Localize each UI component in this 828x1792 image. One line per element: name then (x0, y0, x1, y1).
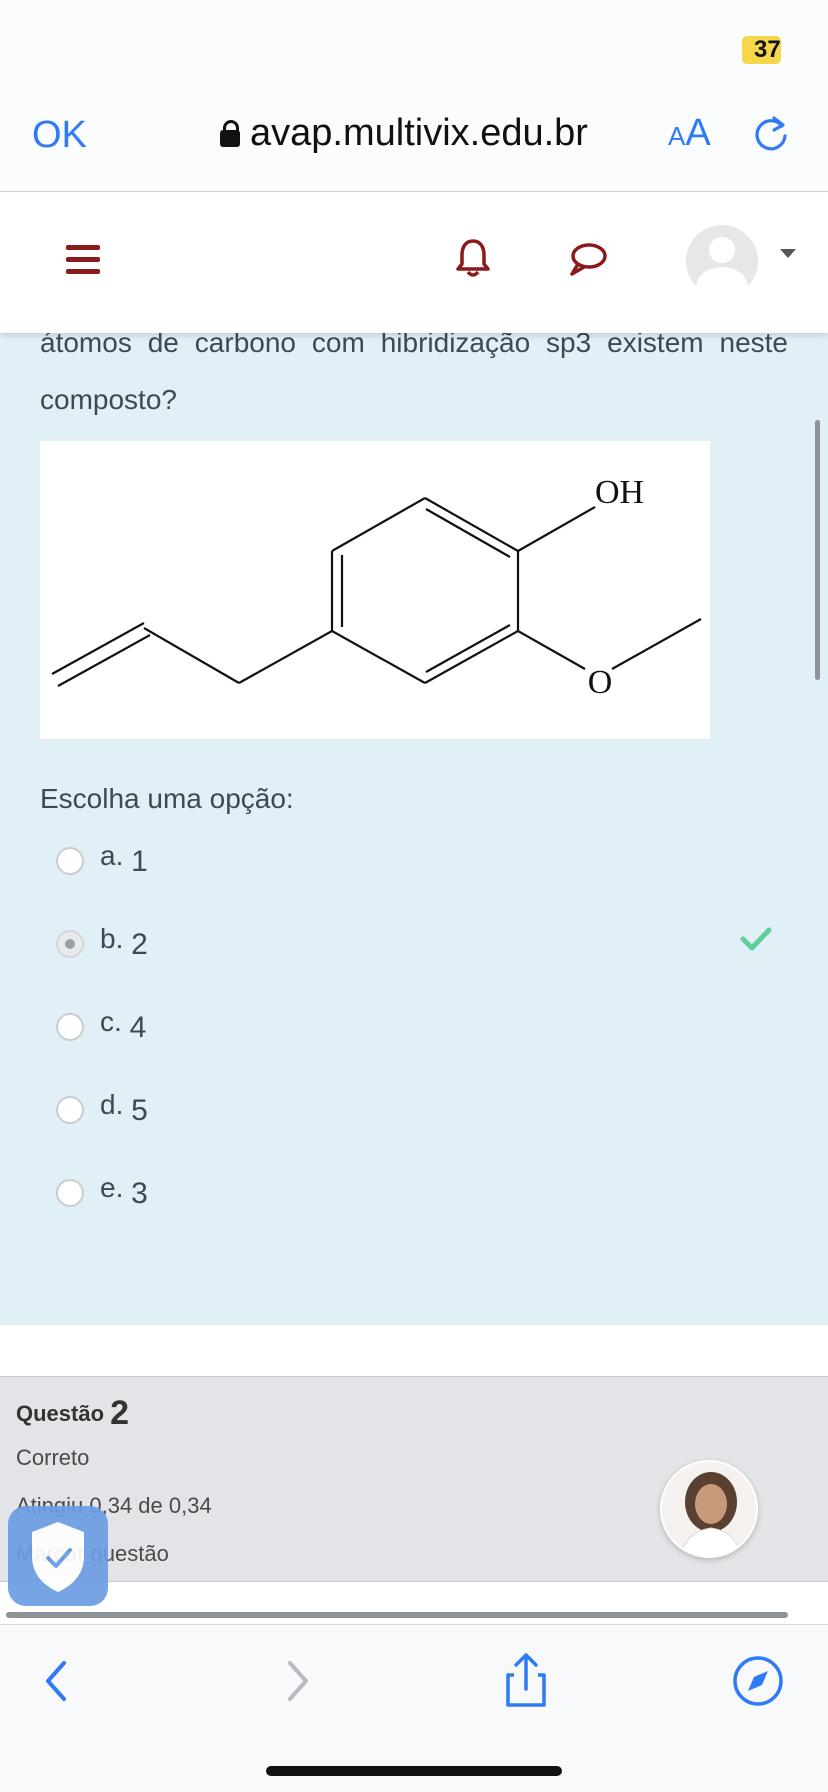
vertical-scrollbar[interactable] (815, 420, 820, 680)
question2-status: Correto (16, 1445, 90, 1470)
compass-icon[interactable] (728, 1651, 788, 1711)
home-indicator (266, 1766, 562, 1776)
option-radio[interactable] (56, 1096, 84, 1124)
status-bar: 37 (0, 0, 828, 90)
option-radio[interactable] (56, 1013, 84, 1041)
option-d[interactable]: d. 5 (56, 1082, 796, 1142)
option-e[interactable]: e. 3 (56, 1165, 796, 1225)
option-radio[interactable] (56, 847, 84, 875)
option-radio-selected[interactable] (56, 930, 84, 958)
share-icon[interactable] (496, 1651, 556, 1711)
option-value: 2 (131, 928, 148, 961)
site-header (0, 193, 828, 333)
security-shield-button[interactable] (8, 1506, 108, 1606)
option-value: 4 (129, 1011, 147, 1044)
back-icon[interactable] (28, 1651, 88, 1711)
option-c[interactable]: c. 4 (56, 999, 796, 1059)
option-letter: b. (100, 923, 124, 954)
user-avatar[interactable] (686, 225, 758, 297)
option-value: 1 (131, 845, 148, 878)
browser-url-bar: OK avap.multivix.edu.br AA (0, 90, 828, 192)
lock-icon (218, 120, 240, 148)
user-menu-caret-icon[interactable] (780, 249, 796, 258)
correct-check-icon (740, 927, 772, 951)
text-size-button[interactable]: AA (668, 112, 711, 155)
option-letter: c. (100, 1006, 122, 1037)
choose-option-label: Escolha uma opção: (40, 783, 294, 814)
option-radio[interactable] (56, 1179, 84, 1207)
address-field[interactable]: avap.multivix.edu.br (218, 112, 588, 155)
forward-icon[interactable] (266, 1651, 326, 1711)
messages-icon[interactable] (568, 241, 608, 277)
option-value: 5 (131, 1094, 148, 1127)
assistant-avatar[interactable] (660, 1460, 758, 1558)
question2-title: Questão 2 (16, 1394, 130, 1432)
option-value: 3 (131, 1177, 148, 1210)
shield-icon (32, 1522, 84, 1592)
option-a[interactable]: a. 1 (56, 833, 796, 893)
menu-icon[interactable] (66, 245, 100, 275)
ok-button[interactable]: OK (32, 114, 87, 157)
assistant-avatar-icon (680, 1472, 742, 1556)
option-letter: e. (100, 1172, 124, 1203)
option-b[interactable]: b. 2 (56, 916, 796, 976)
reload-icon[interactable] (752, 114, 792, 154)
hydroxyl-label: OH (595, 474, 644, 511)
notifications-bell-icon[interactable] (454, 237, 492, 279)
option-letter: d. (100, 1089, 124, 1120)
question-panel: átomos de carbono com hibridização sp3 e… (0, 327, 828, 1325)
oxygen-label: O (588, 664, 613, 701)
battery-indicator: 37 (742, 36, 781, 64)
molecule-image: OH O (40, 441, 710, 739)
option-letter: a. (100, 840, 124, 871)
url-text: avap.multivix.edu.br (250, 112, 588, 154)
horizontal-scrollbar[interactable] (6, 1612, 788, 1618)
